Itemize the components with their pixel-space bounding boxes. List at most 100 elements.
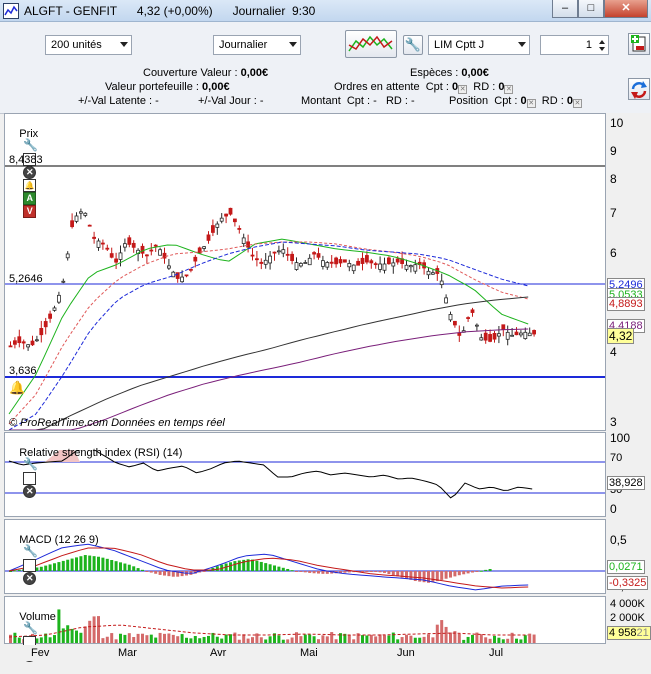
candle-body (466, 317, 471, 319)
volume-bar (259, 637, 263, 643)
candle-body (303, 262, 308, 264)
wrench-icon[interactable]: 🔧 (23, 545, 38, 559)
window-icon[interactable] (23, 472, 37, 486)
candle-body (114, 258, 118, 263)
candle-body (123, 243, 127, 248)
stepper-up-icon[interactable] (599, 40, 605, 44)
volume-bar (66, 625, 70, 643)
window-icon[interactable] (23, 559, 37, 573)
wrench-icon[interactable]: 🔧 (403, 35, 423, 55)
macd-histogram-bar (92, 556, 96, 571)
candle-body (439, 280, 444, 286)
price-axis[interactable]: 10 9 8 7 6 5 4 3 (606, 113, 651, 431)
volume-bar (312, 636, 316, 643)
volume-bar (189, 638, 193, 643)
rsi-value: 38,928 (607, 476, 645, 490)
quantity-select[interactable]: 200 unités (45, 35, 132, 55)
date-tick: Jun (397, 647, 415, 659)
macd-histogram-bar (303, 571, 307, 573)
close-button[interactable]: ✕ (604, 0, 648, 18)
volume-value: 4 95821 (607, 626, 651, 640)
candle-body (96, 240, 101, 248)
quantity-stepper[interactable]: 1 (540, 35, 609, 55)
volume-bar (167, 633, 171, 643)
candle-body (210, 225, 215, 233)
candle-body (505, 331, 510, 340)
order-type-select[interactable]: LIM Cptt J (428, 35, 530, 55)
volume-bar (501, 639, 505, 643)
candle-body (294, 262, 299, 270)
order-type-value: LIM Cptt J (434, 39, 485, 51)
candle-body (391, 262, 396, 267)
volume-bar (457, 633, 461, 643)
cancel-check-icon[interactable]: ✕ (572, 99, 582, 108)
chevron-down-icon (289, 42, 297, 47)
candle-body (488, 334, 493, 342)
candle-body (70, 220, 74, 228)
rsi-axis[interactable]: 100 70 30 0 (606, 431, 651, 517)
macd-histogram-bar (39, 566, 43, 571)
add-order-icon (631, 35, 646, 52)
sell-button[interactable]: V (23, 205, 37, 219)
volume-bar (141, 633, 144, 643)
date-tick: Jul (489, 647, 504, 659)
ma-red-line (8, 241, 529, 425)
add-order-button[interactable] (628, 33, 650, 55)
window-title: ALGFT - GENFIT 4,32 (+0,00%) Journalier … (24, 4, 316, 18)
volume-bar (246, 638, 250, 643)
volume-bar (510, 632, 514, 643)
volume-bar (528, 633, 532, 643)
cancel-check-icon[interactable]: ✕ (526, 99, 536, 108)
buy-button[interactable]: A (23, 192, 37, 206)
cancel-check-icon[interactable]: ✕ (458, 85, 468, 94)
maximize-button[interactable]: □ (578, 0, 604, 18)
volume-bar (136, 633, 140, 643)
volume-bar (57, 609, 61, 643)
couverture-label: Couverture Valeur : (143, 67, 241, 79)
volume-bar (330, 632, 334, 643)
stepper-down-icon[interactable] (599, 47, 605, 51)
close-icon[interactable]: ✕ (23, 485, 37, 499)
candle-body (268, 255, 273, 264)
wrench-icon[interactable]: 🔧 (23, 622, 38, 636)
candle-body (127, 237, 132, 245)
date-axis[interactable]: Fev Mar Avr Mai Jun Jul (0, 645, 651, 661)
price-pane[interactable]: Prix 🔧 ✕ 🔔 A V 8,4383 5,2646 3,636 🔔 © P… (4, 113, 606, 431)
candle-body (479, 337, 484, 341)
macd-pane[interactable]: MACD (12 26 9) 🔧 ✕ (4, 519, 606, 594)
volume-bar (400, 637, 404, 643)
volume-pane[interactable]: Volume 🔧 ✕ (4, 596, 606, 663)
macd-histogram-bar (431, 571, 435, 583)
stepper-value: 1 (585, 39, 592, 51)
candle-body (43, 321, 48, 328)
chart-style-button[interactable] (345, 30, 397, 58)
close-icon[interactable]: ✕ (23, 572, 37, 586)
macd-histogram-bar (391, 571, 395, 576)
wrench-icon[interactable]: 🔧 (23, 458, 38, 472)
volume-bar (352, 639, 356, 643)
candle-body (369, 260, 374, 264)
volume-bar (224, 634, 228, 643)
macd-histogram-bar (136, 568, 140, 571)
volume-bar (75, 630, 78, 643)
volume-bar (281, 639, 285, 643)
refresh-button[interactable] (628, 78, 650, 100)
alert-bell-icon[interactable]: 🔔 (9, 380, 25, 396)
wrench-icon[interactable]: 🔧 (23, 139, 38, 153)
macd-histogram-bar (110, 560, 114, 571)
macd-histogram-bar (114, 561, 118, 571)
minimize-button[interactable]: – (552, 0, 578, 18)
volume-bar (70, 628, 74, 643)
close-icon[interactable]: ✕ (23, 166, 37, 180)
portefeuille-value: 0,00€ (202, 81, 230, 93)
cancel-check-icon[interactable]: ✕ (504, 85, 514, 94)
macd-histogram-bar (308, 571, 312, 573)
rsi-pane-title: Relative strength index (RSI) (14) (19, 447, 183, 460)
rsi-pane[interactable]: Relative strength index (RSI) (14) 🔧 ✕ (4, 432, 606, 517)
volume-bar (418, 637, 422, 643)
bell-icon[interactable]: 🔔 (23, 179, 37, 193)
candle-body (61, 280, 66, 283)
volume-bar (391, 632, 395, 643)
especes-info: Espèces : 0,00€ (410, 67, 489, 79)
period-select[interactable]: Journalier (213, 35, 301, 55)
